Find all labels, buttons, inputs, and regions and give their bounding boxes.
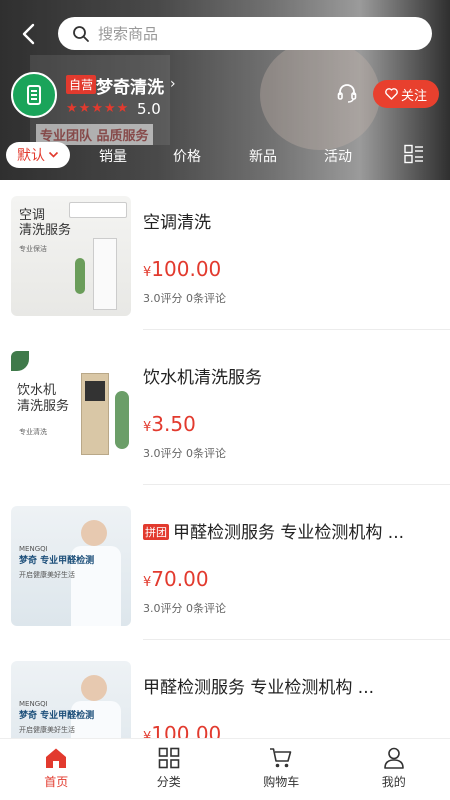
nav-cart[interactable]: 购物车: [225, 739, 338, 800]
category-grid-icon: [158, 747, 180, 769]
search-input[interactable]: 搜索商品: [58, 17, 432, 50]
search-icon: [73, 25, 89, 42]
nav-label: 首页: [44, 775, 69, 789]
thumb-subcaption: 开启健康美好生活: [19, 726, 75, 734]
headset-icon: [337, 84, 357, 103]
leaf-image: [11, 351, 29, 371]
cart-icon: [270, 748, 292, 768]
store-logo-icon: [27, 85, 41, 105]
tab-label: 默认: [17, 148, 45, 164]
product-title-text: 甲醛检测服务 专业检测机构 ...: [173, 523, 405, 543]
user-icon: [383, 747, 404, 769]
star-icon: ★: [66, 101, 78, 116]
plant-image: [115, 391, 129, 449]
product-title: 甲醛检测服务 专业检测机构 ...: [143, 678, 375, 698]
store-logo[interactable]: [11, 72, 57, 118]
ac-tower-image: [93, 238, 117, 310]
tab-sales[interactable]: 销量: [99, 146, 127, 166]
price-value: 3.50: [151, 412, 196, 436]
thumb-caption: 梦奇 专业甲醛检测: [19, 711, 95, 721]
star-icon: ★: [91, 101, 103, 116]
star-icon: ★: [78, 101, 91, 116]
back-button[interactable]: [14, 20, 44, 48]
product-price: ¥70.00: [143, 567, 209, 591]
product-item[interactable]: 空调 清洗服务 专业保洁 空调清洗 ¥100.00 3.0评分 0条评论: [0, 180, 450, 330]
product-meta: 3.0评分 0条评论: [143, 602, 226, 615]
tab-default[interactable]: 默认: [6, 142, 70, 168]
product-price: ¥3.50: [143, 412, 196, 436]
product-title: 拼团 甲醛检测服务 专业检测机构 ...: [143, 518, 404, 543]
layout-toggle-button[interactable]: [404, 144, 424, 164]
nav-category[interactable]: 分类: [113, 739, 226, 800]
thumb-subcaption: 开启健康美好生活: [19, 571, 75, 579]
heart-icon: [385, 88, 398, 100]
tab-activity[interactable]: 活动: [324, 146, 352, 166]
nav-home[interactable]: 首页: [0, 739, 113, 800]
back-arrow-icon: [22, 23, 35, 45]
product-title: 空调清洗: [143, 213, 211, 233]
plant-image: [75, 258, 85, 294]
tab-price[interactable]: 价格: [173, 146, 201, 166]
product-title: 饮水机清洗服务: [143, 368, 262, 388]
group-buy-badge: 拼团: [143, 524, 169, 540]
thumb-caption: 清洗服务: [17, 399, 70, 414]
tab-new[interactable]: 新品: [249, 146, 277, 166]
store-rating-stars: ★ ★ ★ ★ ★: [66, 102, 128, 116]
product-price: ¥100.00: [143, 257, 221, 281]
nav-label: 分类: [156, 775, 181, 789]
thumb-caption: 饮水机: [17, 383, 57, 398]
search-placeholder: 搜索商品: [98, 25, 159, 43]
product-item[interactable]: 饮水机 清洗服务 专业清洗 饮水机清洗服务 ¥3.50 3.0评分 0条评论: [0, 335, 450, 485]
thumb-caption: 梦奇 专业甲醛检测: [19, 556, 95, 566]
follow-button[interactable]: 关注: [373, 80, 439, 108]
self-operated-badge: 自营: [66, 75, 97, 94]
chevron-down-icon: [48, 151, 59, 158]
thumb-subcaption: 专业保洁: [19, 245, 47, 253]
home-icon: [46, 748, 67, 768]
thumb-subcaption: 专业清洗: [19, 428, 47, 436]
price-value: 100.00: [151, 257, 222, 281]
product-item[interactable]: MENGQI 梦奇 专业甲醛检测 开启健康美好生活 拼团 甲醛检测服务 专业检测机…: [0, 490, 450, 640]
ac-unit-image: [69, 202, 127, 218]
nav-label: 我的: [381, 775, 406, 789]
store-rating-value: 5.0: [137, 100, 161, 118]
technician-image: [81, 675, 107, 701]
product-thumbnail: 饮水机 清洗服务 专业清洗: [11, 351, 131, 471]
star-icon: ★: [116, 101, 129, 116]
thumb-caption: 清洗服务: [19, 223, 72, 238]
star-icon: ★: [103, 101, 116, 116]
price-value: 70.00: [151, 567, 209, 591]
thumb-caption: 空调: [19, 208, 46, 223]
chevron-right-icon[interactable]: ›: [170, 76, 176, 92]
list-layout-icon: [404, 144, 423, 164]
sort-tabs: 默认 销量 价格 新品 活动: [0, 138, 450, 172]
store-header: 专业团队 品质服务 搜索商品 自营 梦奇清洗 › ★ ★ ★ ★ ★ 5.0 关…: [0, 0, 450, 180]
nav-label: 购物车: [263, 775, 300, 789]
product-thumbnail: MENGQI 梦奇 专业甲醛检测 开启健康美好生活: [11, 506, 131, 626]
nav-profile[interactable]: 我的: [338, 739, 450, 800]
technician-image: [81, 520, 107, 546]
product-meta: 3.0评分 0条评论: [143, 447, 226, 460]
store-name[interactable]: 梦奇清洗: [96, 73, 164, 98]
product-meta: 3.0评分 0条评论: [143, 292, 226, 305]
customer-service-button[interactable]: [336, 82, 358, 104]
follow-label: 关注: [400, 88, 427, 104]
bottom-nav: 首页 分类 购物车 我的: [0, 738, 450, 800]
product-thumbnail: 空调 清洗服务 专业保洁: [11, 196, 131, 316]
